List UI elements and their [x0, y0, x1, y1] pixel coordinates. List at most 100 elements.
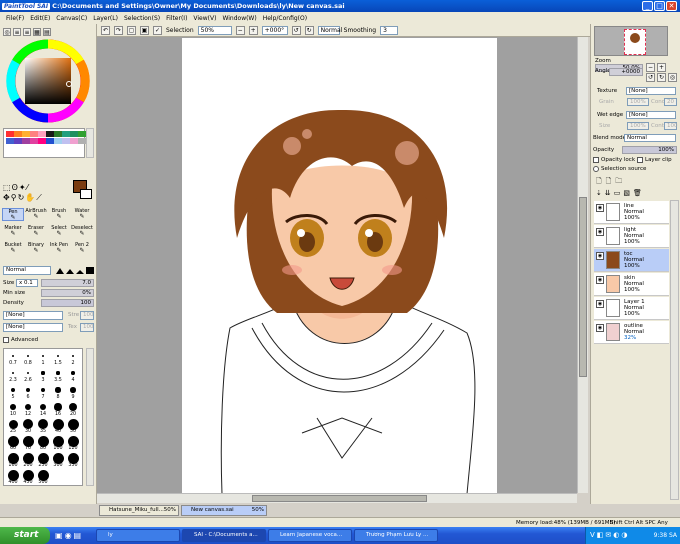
color-wheel[interactable] — [5, 38, 91, 124]
palette-scrollbar[interactable] — [86, 128, 94, 158]
palette-swatch[interactable] — [46, 138, 54, 144]
layer-row[interactable]: ◉ outline Normal 32% — [594, 321, 669, 344]
layer-row[interactable]: ◉ line Normal 100% — [594, 201, 669, 224]
nav-rotate-right-icon[interactable]: ↻ — [657, 73, 666, 82]
wet-edge-select[interactable]: [None] — [626, 111, 676, 119]
eye-icon[interactable]: ◉ — [596, 300, 604, 308]
brush-size-grid[interactable]: 0.7 0.8 1 1.5 2 2.3 2.6 3 3.5 4 5 6 7 8 9 10 12 14 16 20 25 3… — [3, 348, 83, 486]
close-button[interactable]: ✕ — [666, 1, 677, 11]
tool-deselect[interactable]: Deselect ✎ — [71, 225, 93, 238]
nav-zoom-in-icon[interactable]: + — [657, 63, 666, 72]
magic-wand-icon[interactable]: ✦ — [19, 183, 27, 192]
brush-size-dot[interactable] — [52, 452, 64, 464]
palette-swatch[interactable] — [14, 138, 22, 144]
brush-shape-icons[interactable] — [55, 266, 95, 275]
palette-swatch[interactable] — [46, 131, 54, 137]
brush-size-dot[interactable] — [41, 371, 45, 375]
grain-value[interactable]: 100% — [627, 98, 649, 106]
explorer-icon[interactable]: ▤ — [74, 531, 84, 540]
nav-zoom-out-icon[interactable]: − — [646, 63, 655, 72]
brush-size-dot[interactable] — [67, 435, 79, 447]
rotate-left-icon[interactable]: ↺ — [291, 25, 301, 35]
browser-icon[interactable]: ◉ — [65, 531, 74, 540]
tool-marker[interactable]: Marker ✎ — [2, 225, 24, 238]
density-slider[interactable]: 100 — [41, 299, 94, 307]
brush-size-dot[interactable] — [23, 419, 33, 429]
swatch-tab-icon[interactable]: ▤ — [43, 28, 51, 36]
tool-select[interactable]: Select ✎ — [48, 225, 70, 238]
brush-size-dot[interactable] — [37, 469, 49, 481]
blend-select[interactable]: Normal — [317, 25, 342, 35]
tool-binary[interactable]: Binary ✎ — [25, 242, 47, 255]
brush-size-dot[interactable] — [67, 418, 79, 430]
brush-size-dot[interactable] — [26, 371, 30, 375]
palette-swatch[interactable] — [54, 131, 62, 137]
rect-select-icon[interactable]: ⬚ — [3, 183, 12, 192]
horizontal-scrollbar[interactable] — [97, 493, 577, 503]
brush-size-dot[interactable] — [10, 404, 16, 410]
min-size-slider[interactable]: 0% — [41, 289, 94, 297]
layer-texture-select[interactable]: [None] — [626, 87, 676, 95]
color-wheel-tab-icon[interactable]: ◎ — [3, 28, 11, 36]
menu-selection[interactable]: Selection(S) — [124, 15, 160, 22]
swatch-palette[interactable] — [3, 128, 86, 158]
taskbar-item-ly[interactable]: ly — [96, 529, 180, 542]
palette-swatch[interactable] — [6, 131, 14, 137]
zoom-out-icon[interactable]: − — [235, 25, 245, 35]
brush-size-dot[interactable] — [70, 387, 76, 393]
selection-checkbox[interactable]: ✓ — [153, 25, 162, 35]
lasso-icon[interactable]: ʘ — [12, 183, 19, 192]
layer-clip-checkbox[interactable] — [637, 157, 643, 163]
deselect-icon[interactable]: ▢ — [127, 25, 136, 35]
conc-value[interactable]: 20 — [664, 98, 677, 106]
transfer-down-icon[interactable]: ⇣ — [596, 189, 605, 197]
menu-help[interactable]: Help/Config(O) — [263, 15, 307, 22]
picker-icon[interactable]: ⟋ — [36, 193, 43, 202]
brush-size-dot[interactable] — [71, 354, 75, 358]
angle-field[interactable]: +000° — [261, 25, 288, 35]
eye-icon[interactable]: ◉ — [596, 252, 604, 260]
brush-size-dot[interactable] — [37, 418, 49, 430]
merge-down-icon[interactable]: ⇊ — [605, 189, 614, 197]
hand-icon[interactable]: ✋ — [25, 193, 36, 202]
tool-pen[interactable]: Pen ✎ — [2, 208, 24, 221]
menu-canvas[interactable]: Canvas(C) — [56, 15, 87, 22]
taskbar-item-sai[interactable]: SAI - C:\Documents a... — [182, 529, 266, 542]
maximize-button[interactable]: □ — [654, 1, 665, 11]
apply-mask-icon[interactable]: ▧ — [623, 189, 633, 197]
selection-source-checkbox[interactable] — [593, 166, 599, 172]
eye-icon[interactable]: ◉ — [596, 324, 604, 332]
tool-eraser[interactable]: Eraser ✎ — [25, 225, 47, 238]
brush-size-dot[interactable] — [39, 403, 47, 411]
palette-swatch[interactable] — [22, 138, 30, 144]
strength-value[interactable]: 100 — [80, 311, 94, 320]
eyedropper-icon[interactable]: ⁄ — [27, 183, 29, 192]
layer-scrollbar[interactable] — [670, 200, 679, 500]
palette-swatch[interactable] — [38, 138, 46, 144]
wet-size-value[interactable]: 100% — [627, 122, 649, 130]
new-layer-icon[interactable]: 🗋 — [596, 177, 606, 185]
layer-blend-select[interactable]: Normal — [624, 134, 676, 142]
brush-size-dot[interactable] — [55, 387, 61, 393]
brush-size-dot[interactable] — [8, 419, 18, 429]
vertical-scrollbar[interactable] — [577, 37, 588, 493]
brush-size-dot[interactable] — [22, 469, 34, 481]
menu-layer[interactable]: Layer(L) — [93, 15, 118, 22]
brush-size-dot[interactable] — [22, 452, 34, 464]
size-multiplier[interactable]: x 0.1 — [16, 279, 38, 287]
new-linework-icon[interactable]: 🗋 — [606, 177, 616, 185]
brush-size-dot[interactable] — [67, 452, 79, 464]
menu-filter[interactable]: Filter(I) — [166, 15, 187, 22]
undo-icon[interactable]: ↶ — [101, 25, 110, 35]
size-slider[interactable]: 7.0 — [41, 279, 94, 287]
taskbar-item-learn-japanese[interactable]: Learn Japanese voca... — [268, 529, 352, 542]
brush-size-dot[interactable] — [10, 387, 15, 392]
brush-size-dot[interactable] — [42, 355, 44, 357]
hsv-slider-tab-icon[interactable]: ≡ — [23, 28, 31, 36]
layer-row[interactable]: ◉ Layer 1 Normal 100% — [594, 297, 669, 320]
taskbar-item-chat[interactable]: Trương Phạm Lưu Ly ... — [354, 529, 438, 542]
brush-size-dot[interactable] — [56, 354, 60, 358]
brush-size-dot[interactable] — [37, 435, 49, 447]
menu-file[interactable]: File(F) — [6, 15, 24, 22]
move-icon[interactable]: ✥ — [3, 193, 11, 202]
